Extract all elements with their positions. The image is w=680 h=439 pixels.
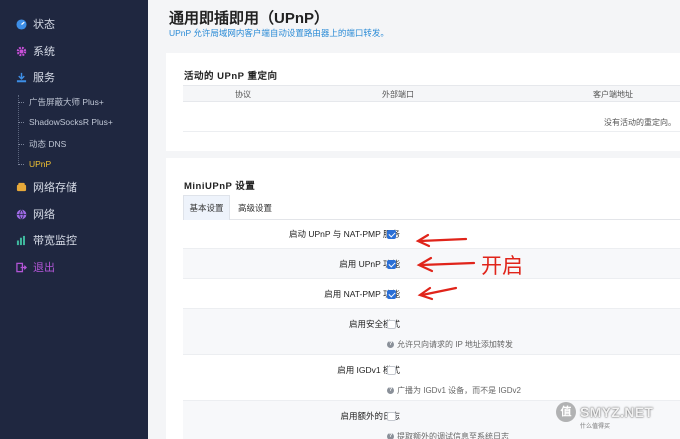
watermark-subtext: 什么值得买 xyxy=(580,424,611,430)
annotation-arrows xyxy=(415,233,476,301)
arrow-service xyxy=(418,237,468,243)
arrow-upnp xyxy=(419,261,476,267)
annotation-label: 开启 xyxy=(481,254,523,278)
watermark-text: SMYZ.NET xyxy=(580,404,654,420)
watermark-badge: 值 xyxy=(556,402,576,422)
watermark: 值 SMYZ.NET 什么值得买 xyxy=(556,402,654,430)
